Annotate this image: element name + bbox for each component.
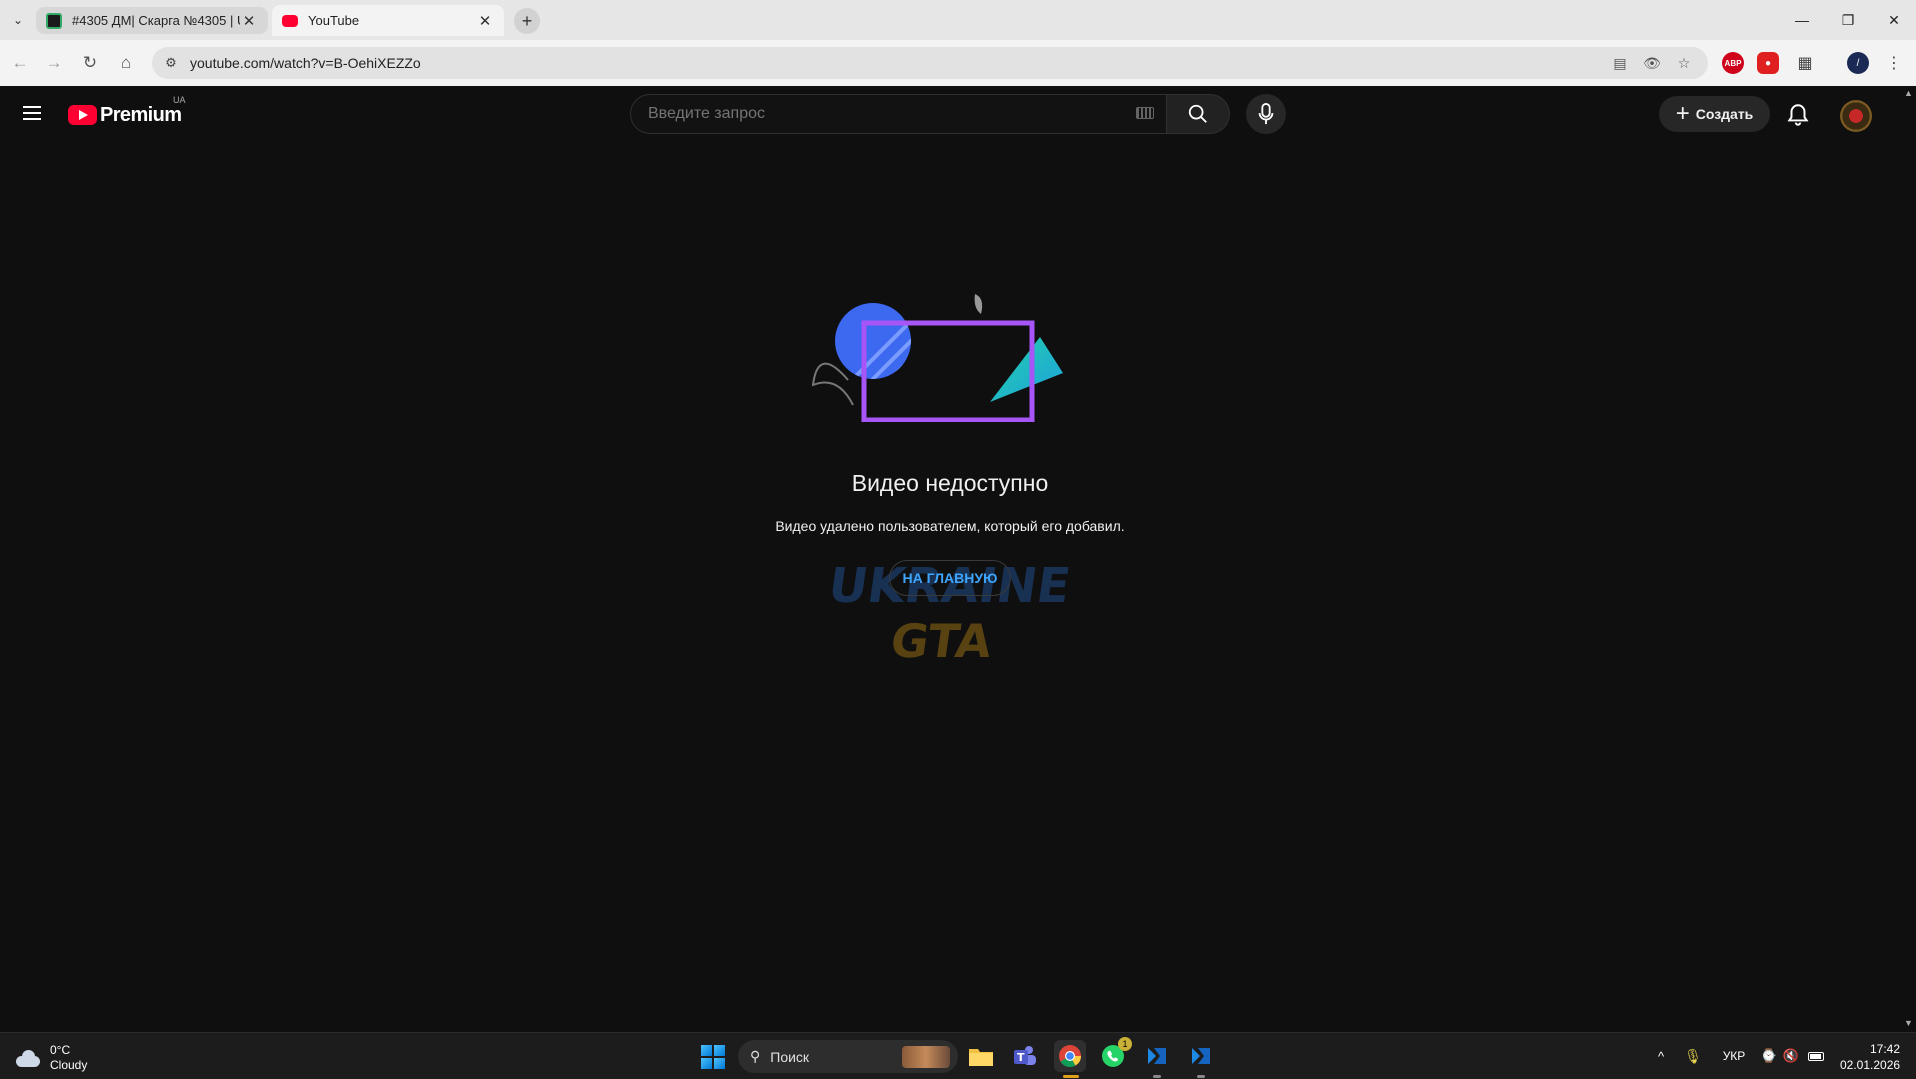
- microphone-icon: [1258, 103, 1274, 125]
- chrome-icon[interactable]: [1054, 1040, 1086, 1072]
- url-text: youtube.com/watch?v=B-OehiXEZZo: [190, 55, 421, 71]
- adblock-plus-icon[interactable]: ABP: [1722, 52, 1744, 74]
- tab-title: #4305 ДМ| Скарга №4305 | UK: [72, 13, 240, 28]
- site-info-icon[interactable]: ⚙: [162, 54, 180, 72]
- search-icon: ⚲: [750, 1048, 761, 1064]
- profile-avatar-icon[interactable]: /: [1847, 52, 1869, 74]
- tab-strip: ⌄ #4305 ДМ| Скарга №4305 | UK ✕ YouTube …: [0, 0, 1916, 40]
- tab-title: YouTube: [308, 13, 360, 28]
- game-launcher-indicator: [1153, 1075, 1161, 1078]
- taskbar-clock[interactable]: 17:42 02.01.2026: [1840, 1041, 1900, 1073]
- extension-red-icon[interactable]: ●: [1757, 52, 1779, 74]
- input-language[interactable]: УКР: [1718, 1047, 1750, 1065]
- youtube-logo[interactable]: Premium UA: [68, 95, 186, 127]
- tab-search-chevron-icon[interactable]: ⌄: [8, 10, 28, 30]
- taskbar-search[interactable]: ⚲ Поиск: [738, 1040, 958, 1073]
- close-window-icon[interactable]: ✕: [1879, 8, 1909, 32]
- windows-taskbar: 0°C Cloudy ⚲ Поиск T 1 ^ 🎙 УКР ⌚ 🔇 17:42…: [0, 1032, 1916, 1079]
- chrome-active-indicator: [1063, 1075, 1079, 1078]
- cloud-icon: [14, 1049, 42, 1067]
- account-avatar[interactable]: [1840, 100, 1872, 132]
- extensions-puzzle-icon[interactable]: ▦: [1794, 52, 1816, 74]
- create-label: Создать: [1695, 106, 1754, 122]
- battery-icon[interactable]: [1806, 1047, 1826, 1065]
- error-title: Видео недоступно: [851, 470, 1049, 496]
- guide-menu-icon[interactable]: [20, 102, 44, 126]
- logo-premium-text: Premium: [100, 103, 182, 126]
- taskbar-search-label: Поиск: [770, 1048, 810, 1065]
- scroll-down-arrow-icon[interactable]: ▼: [1904, 1018, 1913, 1028]
- youtube-favicon-icon: [282, 14, 298, 27]
- close-tab-icon[interactable]: ✕: [476, 12, 494, 30]
- teams-icon[interactable]: T: [1010, 1041, 1040, 1071]
- svg-text:GTA: GTA: [887, 614, 995, 668]
- svg-text:T: T: [1017, 1051, 1025, 1064]
- error-message: Видео удалено пользователем, который его…: [775, 518, 1125, 534]
- tray-overflow-chevron-icon[interactable]: ^: [1652, 1047, 1670, 1065]
- forum-favicon-icon: [46, 12, 62, 29]
- create-button[interactable]: + Создать: [1659, 96, 1770, 132]
- volume-muted-icon[interactable]: 🔇: [1782, 1047, 1800, 1065]
- voice-search-button[interactable]: [1246, 94, 1286, 134]
- clock-date: 02.01.2026: [1840, 1058, 1901, 1072]
- notifications-bell-icon[interactable]: [1784, 102, 1812, 128]
- forward-icon[interactable]: →: [42, 51, 66, 75]
- youtube-header: Premium UA + Создать: [0, 86, 1900, 142]
- whatsapp-icon[interactable]: 1: [1098, 1037, 1132, 1071]
- search-icon: [1188, 104, 1207, 123]
- weather-temp: 0°C: [50, 1043, 71, 1057]
- home-icon[interactable]: ⌂: [114, 51, 138, 75]
- weather-widget[interactable]: 0°C Cloudy: [14, 1043, 87, 1073]
- file-explorer-icon[interactable]: [966, 1041, 996, 1071]
- tracking-protection-icon[interactable]: 👁: [1642, 54, 1662, 72]
- game-launcher-2-indicator: [1197, 1075, 1205, 1078]
- go-home-button[interactable]: НА ГЛАВНУЮ: [889, 560, 1011, 596]
- reload-icon[interactable]: ↻: [78, 51, 102, 75]
- install-app-icon[interactable]: ▤: [1610, 54, 1630, 72]
- browser-menu-icon[interactable]: ⋮: [1883, 52, 1905, 74]
- plus-icon: +: [1675, 100, 1690, 127]
- clock-time: 17:42: [1869, 1042, 1900, 1056]
- search-highlight-icon: [902, 1046, 950, 1068]
- bookmark-star-icon[interactable]: ☆: [1674, 54, 1694, 72]
- browser-chrome: ⌄ #4305 ДМ| Скарга №4305 | UK ✕ YouTube …: [0, 0, 1916, 86]
- new-tab-button[interactable]: +: [514, 8, 540, 34]
- tab-complaint[interactable]: #4305 ДМ| Скарга №4305 | UK ✕: [36, 7, 268, 34]
- video-unavailable-illustration: [811, 294, 1063, 422]
- windows-start-icon[interactable]: [701, 1045, 725, 1069]
- restore-icon[interactable]: ❐: [1833, 8, 1863, 32]
- whatsapp-badge: 1: [1118, 1037, 1132, 1051]
- scroll-up-arrow-icon[interactable]: ▲: [1904, 88, 1913, 98]
- minimize-icon[interactable]: —: [1787, 8, 1817, 32]
- youtube-play-icon: [68, 105, 97, 125]
- game-launcher-icon[interactable]: [1142, 1041, 1172, 1071]
- address-bar[interactable]: ⚙ youtube.com/watch?v=B-OehiXEZZo ▤ 👁 ☆: [152, 47, 1708, 79]
- search-box: [630, 94, 1168, 134]
- logo-country-code: UA: [173, 95, 186, 105]
- browser-toolbar: ← → ↻ ⌂ ⚙ youtube.com/watch?v=B-OehiXEZZ…: [0, 40, 1916, 86]
- tab-youtube[interactable]: YouTube ✕: [272, 5, 504, 36]
- virtual-keyboard-icon[interactable]: [1136, 107, 1154, 119]
- close-tab-icon[interactable]: ✕: [240, 12, 258, 30]
- youtube-page: Premium UA + Создать ▲ ▼: [0, 86, 1916, 1032]
- microphone-in-use-icon[interactable]: 🎙: [1684, 1047, 1702, 1065]
- game-launcher-2-icon[interactable]: [1186, 1041, 1216, 1071]
- search-input[interactable]: [630, 94, 1168, 134]
- weather-desc: Cloudy: [50, 1058, 88, 1072]
- search-button[interactable]: [1166, 94, 1230, 134]
- back-icon[interactable]: ←: [8, 51, 32, 75]
- wifi-icon[interactable]: ⌚: [1760, 1047, 1778, 1065]
